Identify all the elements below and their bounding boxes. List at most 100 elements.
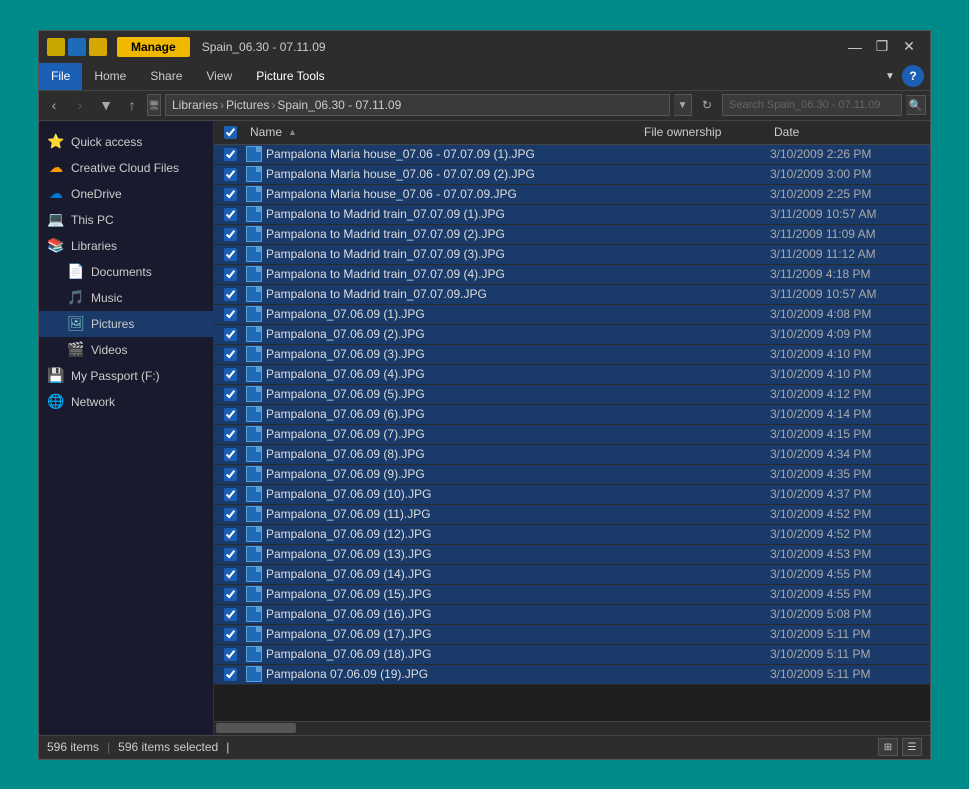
menu-file[interactable]: File bbox=[39, 63, 82, 90]
table-row[interactable]: Pampalona_07.06.09 (12).JPG 3/10/2009 4:… bbox=[214, 525, 930, 545]
row-checkbox-15[interactable] bbox=[214, 448, 246, 461]
minimize-button[interactable]: — bbox=[842, 37, 868, 57]
row-checkbox-21[interactable] bbox=[214, 568, 246, 581]
row-checkbox-12[interactable] bbox=[214, 388, 246, 401]
row-checkbox-13[interactable] bbox=[214, 408, 246, 421]
table-row[interactable]: Pampalona_07.06.09 (3).JPG 3/10/2009 4:1… bbox=[214, 345, 930, 365]
sidebar-item-videos[interactable]: 🎬 Videos bbox=[39, 337, 213, 363]
table-row[interactable]: Pampalona 07.06.09 (19).JPG 3/10/2009 5:… bbox=[214, 665, 930, 685]
sidebar-item-onedrive[interactable]: ☁ OneDrive bbox=[39, 181, 213, 207]
row-checkbox-19[interactable] bbox=[214, 528, 246, 541]
breadcrumb-libraries[interactable]: Libraries bbox=[172, 98, 218, 112]
address-path[interactable]: Libraries › Pictures › Spain_06.30 - 07.… bbox=[165, 94, 670, 116]
table-row[interactable]: Pampalona_07.06.09 (4).JPG 3/10/2009 4:1… bbox=[214, 365, 930, 385]
menu-share[interactable]: Share bbox=[138, 63, 194, 90]
table-row[interactable]: Pampalona to Madrid train_07.07.09 (2).J… bbox=[214, 225, 930, 245]
table-row[interactable]: Pampalona_07.06.09 (15).JPG 3/10/2009 4:… bbox=[214, 585, 930, 605]
table-row[interactable]: Pampalona Maria house_07.06 - 07.07.09 (… bbox=[214, 145, 930, 165]
help-button[interactable]: ? bbox=[902, 65, 924, 87]
address-dropdown[interactable]: ▼ bbox=[674, 94, 692, 116]
row-checkbox-14[interactable] bbox=[214, 428, 246, 441]
row-checkbox-6[interactable] bbox=[214, 268, 246, 281]
list-view-button[interactable]: ☰ bbox=[902, 738, 922, 756]
row-checkbox-11[interactable] bbox=[214, 368, 246, 381]
table-row[interactable]: Pampalona Maria house_07.06 - 07.07.09.J… bbox=[214, 185, 930, 205]
row-date-20: 3/10/2009 4:53 PM bbox=[770, 547, 930, 561]
file-list-body[interactable]: Pampalona Maria house_07.06 - 07.07.09 (… bbox=[214, 145, 930, 721]
sidebar-item-network[interactable]: 🌐 Network bbox=[39, 389, 213, 415]
table-row[interactable]: Pampalona_07.06.09 (10).JPG 3/10/2009 4:… bbox=[214, 485, 930, 505]
row-checkbox-25[interactable] bbox=[214, 648, 246, 661]
file-icon-13 bbox=[246, 406, 262, 422]
expand-icon[interactable]: ▼ bbox=[882, 68, 898, 84]
sidebar-item-this-pc[interactable]: 💻 This PC bbox=[39, 207, 213, 233]
table-row[interactable]: Pampalona_07.06.09 (2).JPG 3/10/2009 4:0… bbox=[214, 325, 930, 345]
row-checkbox-16[interactable] bbox=[214, 468, 246, 481]
table-row[interactable]: Pampalona Maria house_07.06 - 07.07.09 (… bbox=[214, 165, 930, 185]
sidebar-item-documents[interactable]: 📄 Documents bbox=[39, 259, 213, 285]
row-checkbox-17[interactable] bbox=[214, 488, 246, 501]
table-row[interactable]: Pampalona_07.06.09 (16).JPG 3/10/2009 5:… bbox=[214, 605, 930, 625]
row-checkbox-24[interactable] bbox=[214, 628, 246, 641]
videos-icon: 🎬 bbox=[67, 341, 85, 359]
row-checkbox-1[interactable] bbox=[214, 168, 246, 181]
sidebar-item-my-passport[interactable]: 💾 My Passport (F:) bbox=[39, 363, 213, 389]
breadcrumb-current[interactable]: Spain_06.30 - 07.11.09 bbox=[277, 98, 401, 112]
sidebar-item-pictures[interactable]: 🖼 Pictures bbox=[39, 311, 213, 337]
up-button[interactable]: ↑ bbox=[121, 94, 143, 116]
row-checkbox-10[interactable] bbox=[214, 348, 246, 361]
table-row[interactable]: Pampalona to Madrid train_07.07.09 (1).J… bbox=[214, 205, 930, 225]
maximize-button[interactable]: ❐ bbox=[869, 37, 895, 57]
table-row[interactable]: Pampalona_07.06.09 (7).JPG 3/10/2009 4:1… bbox=[214, 425, 930, 445]
sidebar-item-libraries[interactable]: 📚 Libraries bbox=[39, 233, 213, 259]
search-button[interactable]: 🔍 bbox=[906, 95, 926, 115]
breadcrumb-pictures[interactable]: Pictures bbox=[226, 98, 269, 112]
table-row[interactable]: Pampalona_07.06.09 (18).JPG 3/10/2009 5:… bbox=[214, 645, 930, 665]
file-icon-25 bbox=[246, 646, 262, 662]
table-row[interactable]: Pampalona to Madrid train_07.07.09.JPG 3… bbox=[214, 285, 930, 305]
column-ownership[interactable]: File ownership bbox=[640, 125, 770, 139]
sidebar-item-creative-cloud[interactable]: ☁ Creative Cloud Files bbox=[39, 155, 213, 181]
sidebar-item-music[interactable]: 🎵 Music bbox=[39, 285, 213, 311]
manage-tab[interactable]: Manage bbox=[117, 37, 190, 57]
details-view-button[interactable]: ⊞ bbox=[878, 738, 898, 756]
horiz-scroll-thumb[interactable] bbox=[216, 723, 296, 733]
refresh-button[interactable]: ↻ bbox=[696, 94, 718, 116]
table-row[interactable]: Pampalona to Madrid train_07.07.09 (4).J… bbox=[214, 265, 930, 285]
table-row[interactable]: Pampalona_07.06.09 (14).JPG 3/10/2009 4:… bbox=[214, 565, 930, 585]
row-checkbox-26[interactable] bbox=[214, 668, 246, 681]
table-row[interactable]: Pampalona_07.06.09 (8).JPG 3/10/2009 4:3… bbox=[214, 445, 930, 465]
recent-locations-button[interactable]: ▼ bbox=[95, 94, 117, 116]
row-checkbox-7[interactable] bbox=[214, 288, 246, 301]
column-date[interactable]: Date bbox=[770, 125, 930, 139]
table-row[interactable]: Pampalona_07.06.09 (13).JPG 3/10/2009 4:… bbox=[214, 545, 930, 565]
close-button[interactable]: ✕ bbox=[896, 37, 922, 57]
row-checkbox-4[interactable] bbox=[214, 228, 246, 241]
table-row[interactable]: Pampalona_07.06.09 (1).JPG 3/10/2009 4:0… bbox=[214, 305, 930, 325]
menu-picture-tools[interactable]: Picture Tools bbox=[244, 63, 336, 90]
row-checkbox-8[interactable] bbox=[214, 308, 246, 321]
table-row[interactable]: Pampalona_07.06.09 (9).JPG 3/10/2009 4:3… bbox=[214, 465, 930, 485]
menu-home[interactable]: Home bbox=[82, 63, 138, 90]
table-row[interactable]: Pampalona to Madrid train_07.07.09 (3).J… bbox=[214, 245, 930, 265]
row-checkbox-5[interactable] bbox=[214, 248, 246, 261]
table-row[interactable]: Pampalona_07.06.09 (17).JPG 3/10/2009 5:… bbox=[214, 625, 930, 645]
menu-view[interactable]: View bbox=[194, 63, 244, 90]
table-row[interactable]: Pampalona_07.06.09 (6).JPG 3/10/2009 4:1… bbox=[214, 405, 930, 425]
forward-button[interactable]: › bbox=[69, 94, 91, 116]
row-checkbox-0[interactable] bbox=[214, 148, 246, 161]
select-all-checkbox[interactable] bbox=[224, 126, 237, 139]
row-checkbox-22[interactable] bbox=[214, 588, 246, 601]
back-button[interactable]: ‹ bbox=[43, 94, 65, 116]
table-row[interactable]: Pampalona_07.06.09 (11).JPG 3/10/2009 4:… bbox=[214, 505, 930, 525]
row-checkbox-18[interactable] bbox=[214, 508, 246, 521]
horizontal-scrollbar[interactable] bbox=[214, 721, 930, 735]
row-checkbox-2[interactable] bbox=[214, 188, 246, 201]
row-checkbox-23[interactable] bbox=[214, 608, 246, 621]
row-checkbox-3[interactable] bbox=[214, 208, 246, 221]
column-name[interactable]: Name ▲ bbox=[246, 125, 640, 139]
table-row[interactable]: Pampalona_07.06.09 (5).JPG 3/10/2009 4:1… bbox=[214, 385, 930, 405]
row-checkbox-20[interactable] bbox=[214, 548, 246, 561]
row-checkbox-9[interactable] bbox=[214, 328, 246, 341]
sidebar-item-quick-access[interactable]: ⭐ Quick access bbox=[39, 129, 213, 155]
